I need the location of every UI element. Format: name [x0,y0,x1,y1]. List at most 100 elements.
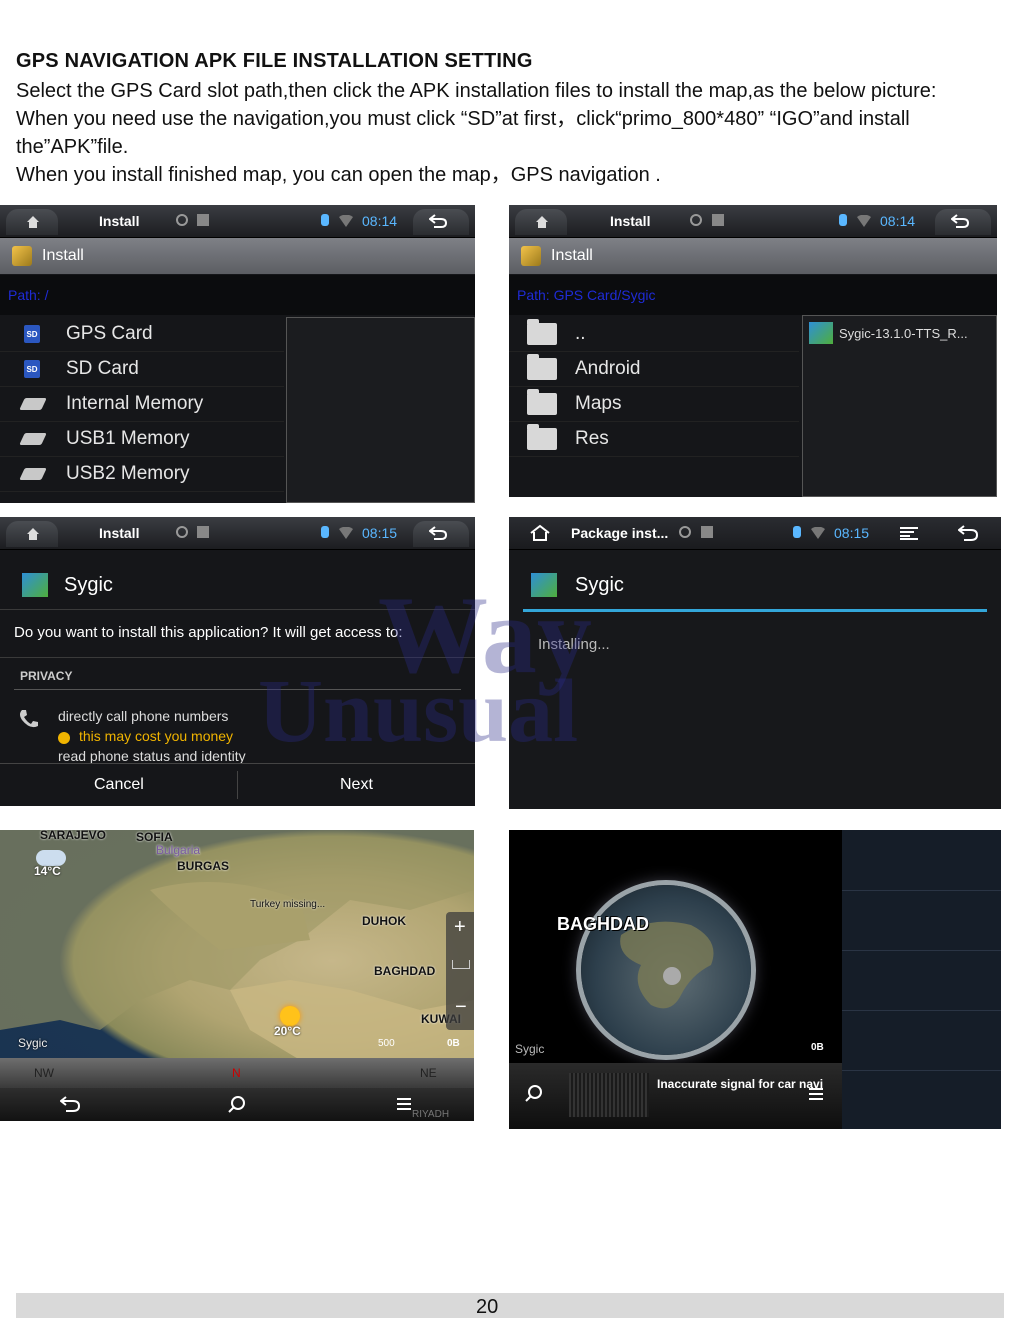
clock: 08:14 [880,213,916,229]
list-item-label: Maps [575,393,622,414]
home-icon[interactable] [529,524,551,542]
image-icon [701,526,713,538]
footer-bar [16,1293,1004,1318]
city-label: BAGHDAD [557,914,649,934]
coin-warning-icon [58,732,70,744]
city-label: SOFIA [136,830,173,844]
brand-label: Sygic [515,1042,545,1056]
list-item-label: SD Card [66,358,139,379]
brand-label: Sygic [18,1036,48,1050]
menu-icon[interactable] [397,1097,411,1111]
search-icon[interactable] [525,1085,543,1103]
back-arrow-icon [951,214,969,228]
list-item-label: Res [575,428,609,449]
cancel-button[interactable]: Cancel [94,776,144,794]
zoom-controls: + − [446,912,474,1030]
sygic-app-icon [22,573,48,597]
next-button[interactable]: Next [340,776,373,794]
city-label: SARAJEVO [40,830,107,842]
action-bar: Install 08:14 [0,205,475,238]
back-button[interactable] [413,209,469,235]
instruction-paragraph-2: When you need use the navigation,you mus… [16,108,910,158]
bar-title: Install [99,213,140,229]
path-bar: Path: GPS Card/Sygic [509,275,997,315]
divider [842,1070,1001,1071]
wifi-icon [339,527,353,539]
zoom-out-button[interactable]: − [455,996,467,1019]
wifi-icon [339,215,353,227]
home-icon [27,528,39,540]
sub-header-title: Install [551,247,593,264]
divider [842,890,1001,891]
list-item-label: USB2 Memory [66,463,190,484]
list-item-label: GPS Card [66,323,153,344]
drive-icon [19,433,47,445]
back-arrow-icon[interactable] [60,1096,80,1112]
divider [0,763,475,764]
list-item-usb1-memory[interactable]: USB1 Memory [0,422,284,457]
list-item-label: Android [575,358,641,379]
compass-ne: NE [420,1066,437,1080]
home-button[interactable] [515,209,567,235]
signal-indicator [569,1073,649,1117]
country-label: Bulgaria [156,843,201,857]
bar-title: Install [610,213,651,229]
image-icon [712,214,724,226]
gps-icon [176,214,188,226]
folder-list: .. Android Maps Res [509,317,799,457]
preview-panel [286,317,475,503]
page-heading: GPS NAVIGATION APK FILE INSTALLATION SET… [16,50,533,72]
wifi-icon [811,527,825,539]
list-item-sd-card[interactable]: SD SD Card [0,352,284,387]
home-button[interactable] [6,521,58,547]
view-3d-button[interactable] [452,960,470,969]
path-label: Path: / [8,287,49,303]
app-name: Sygic [64,574,113,596]
compass-strip: NW N NE [0,1058,474,1088]
search-icon[interactable] [228,1096,246,1114]
signal-message: Inaccurate signal for car navi [657,1077,824,1091]
sd-card-icon: SD [24,360,40,378]
apk-file-name[interactable]: Sygic-13.1.0-TTS_R... [839,326,968,341]
compass-nw: NW [34,1066,54,1080]
sub-header-title: Install [42,247,84,264]
list-item-android[interactable]: Android [509,352,799,387]
package-icon [521,246,541,266]
bluetooth-icon [321,526,329,538]
data-usage-label: 0B [811,1042,824,1053]
instruction-paragraph-1: Select the GPS Card slot path,then click… [16,80,937,102]
storage-list: SD GPS Card SD SD Card Internal Memory U… [0,317,284,492]
back-button[interactable] [413,521,469,547]
back-arrow-icon[interactable] [958,525,978,541]
menu-icon[interactable] [809,1087,823,1101]
folder-up-icon [527,319,557,345]
scale-label: 500 [378,1038,395,1049]
weather-sun-icon [280,1006,300,1026]
bar-title: Install [99,525,140,541]
install-question: Do you want to install this application?… [14,624,403,641]
list-item-usb2-memory[interactable]: USB2 Memory [0,457,284,492]
path-label: Path: GPS Card/Sygic [517,287,656,303]
list-item-internal-memory[interactable]: Internal Memory [0,387,284,422]
path-bar: Path: / [0,275,475,315]
wifi-icon [857,215,871,227]
list-item-gps-card[interactable]: SD GPS Card [0,317,284,352]
bar-title: Package inst... [571,525,669,541]
list-item-maps[interactable]: Maps [509,387,799,422]
drive-icon [19,468,47,480]
globe [581,885,751,1055]
globe-toolbar: Inaccurate signal for car navi [509,1063,842,1129]
phone-icon [20,710,38,728]
menu-icon[interactable] [900,526,918,540]
gps-icon [690,214,702,226]
folder-icon [527,389,557,415]
list-item-res[interactable]: Res [509,422,799,457]
home-button[interactable] [6,209,58,235]
permission-call: directly call phone numbers [58,708,229,724]
bluetooth-icon [793,526,801,538]
list-item-parent[interactable]: .. [509,317,799,352]
instruction-paragraph-3: When you install finished map, you can o… [16,164,661,186]
back-button[interactable] [935,209,991,235]
sygic-app-icon[interactable] [809,322,833,344]
zoom-in-button[interactable]: + [454,916,466,939]
